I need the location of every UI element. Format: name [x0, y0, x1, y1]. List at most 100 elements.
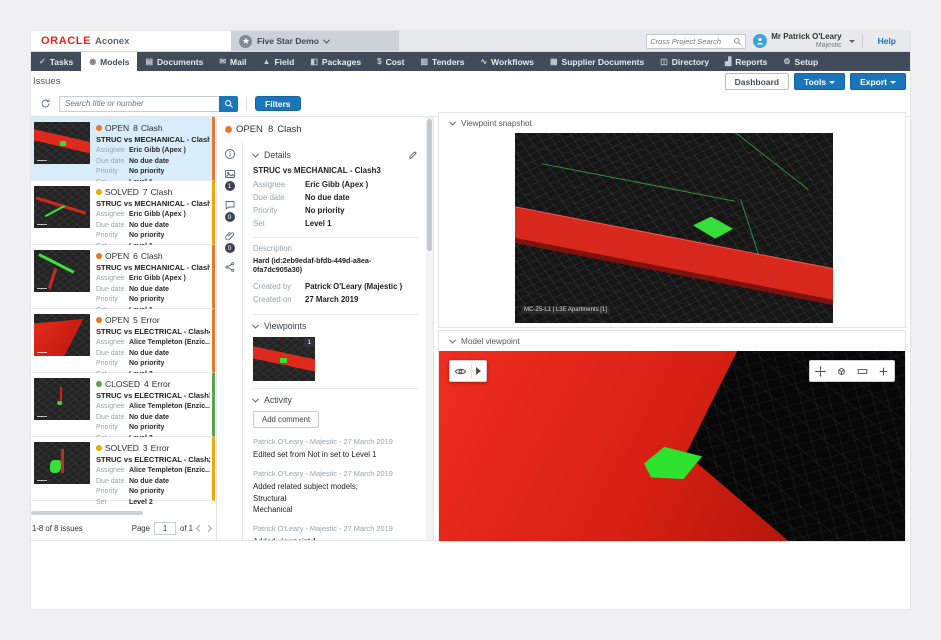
nav-item-tenders[interactable]: ▥Tenders	[412, 52, 472, 71]
issues-count: 1-8 of 8 issues	[32, 524, 83, 533]
export-button[interactable]: Export	[850, 73, 906, 90]
workflows-icon: ∿	[480, 57, 487, 66]
details-section-header[interactable]: Details	[253, 150, 418, 160]
activity-section-header[interactable]: Activity	[253, 395, 418, 405]
comments-button[interactable]: 0	[224, 199, 236, 222]
attachments-button[interactable]: 0	[224, 230, 236, 253]
next-page-icon[interactable]	[205, 525, 212, 532]
scrollbar-thumb[interactable]	[31, 511, 143, 515]
chevron-down-icon	[252, 321, 259, 328]
edit-pencil-icon[interactable]	[408, 150, 418, 160]
comment-icon	[224, 199, 236, 211]
horizontal-scrollbar[interactable]	[31, 511, 211, 516]
issue-field-row: PriorityNo priority	[96, 487, 210, 498]
activity-text-line: Added related subject models;	[253, 481, 418, 492]
setup-icon: ⚙	[783, 57, 790, 66]
issues-search-field[interactable]	[59, 96, 219, 112]
model-viewpoint-header[interactable]: Model viewpoint	[439, 331, 905, 350]
search-icon[interactable]	[733, 37, 742, 46]
help-link[interactable]: Help	[870, 36, 904, 46]
nav-item-supplier-documents[interactable]: ▦Supplier Documents	[542, 52, 652, 71]
field-label: Priority	[96, 423, 129, 434]
previous-page-icon[interactable]	[196, 525, 203, 532]
viewpoint-images-button[interactable]: 1	[224, 168, 236, 191]
chevron-down-icon	[829, 81, 835, 87]
issue-card[interactable]: CLOSED 4 Error STRUC vs ELECTRICAL - Cla…	[31, 373, 215, 437]
field-label: Due date	[96, 157, 129, 168]
issue-number: 6	[133, 251, 138, 261]
nav-item-models[interactable]: ◉Models	[81, 52, 137, 71]
status-dot	[96, 125, 102, 131]
issue-thumbnail	[34, 378, 90, 420]
field-label: Assignee	[96, 466, 129, 477]
expand-arrow-icon[interactable]	[472, 361, 486, 381]
nav-item-documents[interactable]: ▤Documents	[137, 52, 211, 71]
nav-item-cost[interactable]: $Cost	[369, 52, 412, 71]
project-selector[interactable]: Five Star Demo	[231, 31, 399, 51]
status-dot	[96, 253, 102, 259]
field-label: Priority	[96, 231, 129, 242]
nav-item-field[interactable]: ▲Field	[255, 52, 303, 71]
issue-field-row: AssigneeEric Gibb (Apex )	[96, 146, 210, 157]
cross-project-search[interactable]	[646, 34, 746, 49]
visibility-eye-icon[interactable]	[450, 361, 471, 381]
user-menu[interactable]: Mr Patrick O'Leary Majestic	[753, 32, 854, 49]
zoom-in-icon[interactable]	[873, 361, 894, 381]
orbit-cube-icon[interactable]	[831, 361, 852, 381]
issue-card[interactable]: SOLVED 7 Clash STRUC vs MECHANICAL - Cla…	[31, 181, 215, 245]
viewpoint-snapshot-image[interactable]: MC-Z5-L1 | L3E Apartments [1]	[515, 133, 833, 323]
nav-item-directory[interactable]: ◫Directory	[652, 52, 717, 71]
paperclip-icon	[224, 230, 236, 242]
scrollbar-thumb[interactable]	[427, 119, 432, 251]
nav-item-reports[interactable]: ▟Reports	[717, 52, 775, 71]
detail-type: Clash	[277, 124, 301, 135]
issue-card[interactable]: OPEN 8 Clash STRUC vs MECHANICAL - Clash…	[31, 117, 215, 181]
pan-icon[interactable]	[810, 361, 831, 381]
viewpoint-thumbnail[interactable]: 1	[253, 337, 315, 381]
field-label: Due date	[96, 477, 129, 488]
add-comment-button[interactable]: Add comment	[253, 411, 319, 428]
field-label: Assignee	[96, 274, 129, 285]
detail-scrollbar[interactable]	[426, 117, 433, 540]
viewport-right-toolbar	[809, 360, 895, 382]
nav-bar: ✓Tasks◉Models▤Documents✉Mail▲Field◧Packa…	[31, 52, 910, 71]
field-value: No priority	[129, 295, 164, 306]
oracle-logo: ORACLE	[41, 35, 91, 47]
search-button[interactable]	[219, 96, 238, 112]
field-label: Priority	[96, 167, 129, 178]
chevron-down-icon	[252, 395, 259, 402]
viewpoints-section-header[interactable]: Viewpoints	[253, 321, 418, 331]
page-number-input[interactable]	[154, 522, 176, 535]
issue-field-row: Due dateNo due date	[96, 413, 210, 424]
refresh-icon[interactable]	[40, 98, 51, 109]
viewpoint-snapshot-header[interactable]: Viewpoint snapshot	[439, 113, 905, 132]
cross-project-search-input[interactable]	[650, 37, 733, 46]
nav-item-tasks[interactable]: ✓Tasks	[31, 52, 81, 71]
share-icon[interactable]	[224, 261, 236, 273]
field-label: Assignee	[96, 210, 129, 221]
dashboard-button[interactable]: Dashboard	[725, 73, 789, 90]
model-3d-viewport[interactable]	[439, 351, 905, 541]
viewport-left-toolbar	[449, 360, 487, 382]
issue-status: SOLVED	[105, 187, 139, 197]
field-label: Assignee	[96, 146, 129, 157]
activity-text-line: Mechanical	[253, 504, 418, 515]
nav-item-packages[interactable]: ◧Packages	[302, 52, 369, 71]
issue-card[interactable]: OPEN 5 Error STRUC vs ELECTRICAL - Clash…	[31, 309, 215, 373]
detail-status: OPEN	[236, 124, 263, 135]
zoom-window-icon[interactable]	[852, 361, 873, 381]
field-value: No due date	[129, 413, 169, 424]
field-value: Eric Gibb (Apex )	[129, 274, 186, 285]
status-dot	[96, 317, 102, 323]
triangle-right-icon	[476, 367, 485, 375]
issue-card[interactable]: OPEN 6 Clash STRUC vs MECHANICAL - Clash…	[31, 245, 215, 309]
nav-item-workflows[interactable]: ∿Workflows	[472, 52, 542, 71]
detail-title: STRUC vs MECHANICAL - Clash3	[253, 166, 418, 175]
issues-search-input[interactable]	[65, 99, 214, 108]
issue-card[interactable]: SOLVED 3 Error STRUC vs ELECTRICAL - Cla…	[31, 437, 215, 501]
info-icon[interactable]	[224, 148, 236, 160]
nav-item-setup[interactable]: ⚙Setup	[775, 52, 826, 71]
filters-button[interactable]: Filters	[255, 96, 301, 111]
nav-item-mail[interactable]: ✉Mail	[211, 52, 254, 71]
tools-button[interactable]: Tools	[794, 73, 845, 90]
